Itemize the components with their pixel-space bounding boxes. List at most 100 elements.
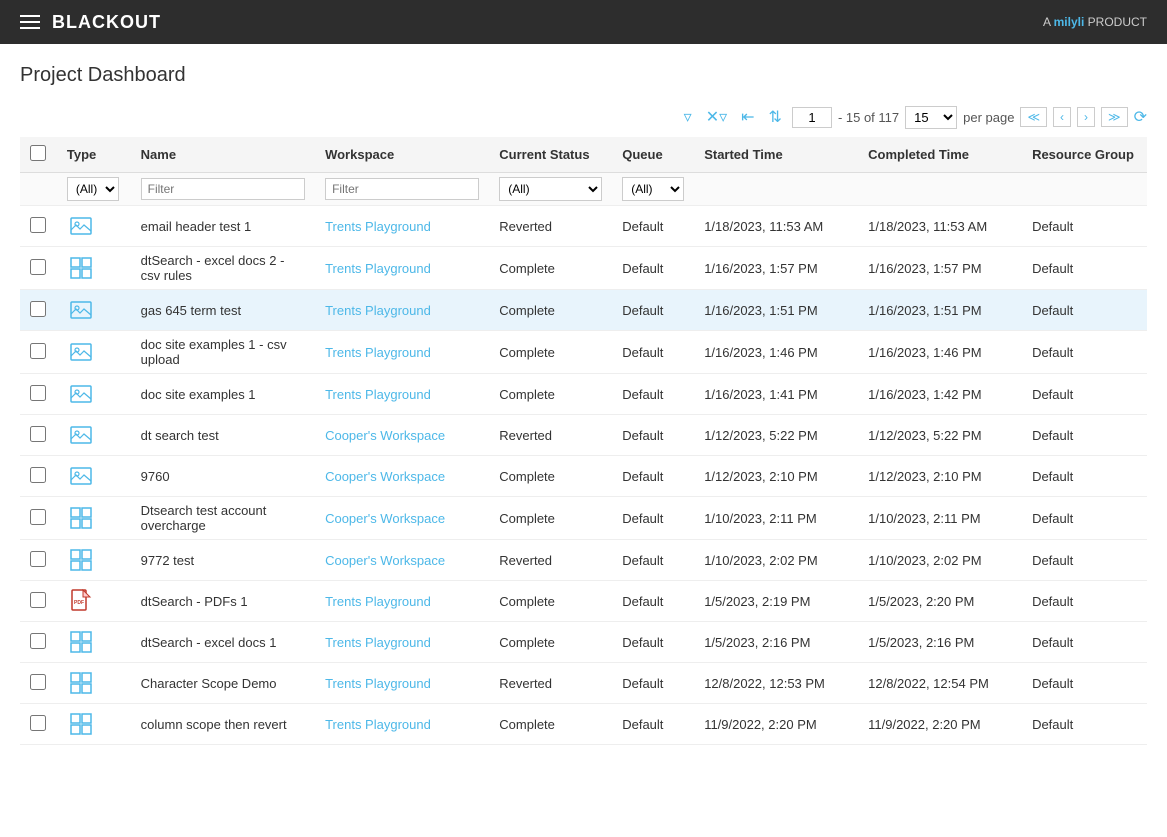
row-completed: 1/12/2023, 5:22 PM [868,428,981,443]
row-checkbox[interactable] [30,259,46,275]
row-status-cell: Complete [489,704,612,745]
started-filter-cell [694,173,858,206]
per-page-select[interactable]: 15 25 50 100 [905,106,957,129]
row-started: 1/5/2023, 2:19 PM [704,594,810,609]
row-checkbox[interactable] [30,343,46,359]
row-type-cell [57,374,131,415]
type-icon-image [67,380,95,408]
row-resource: Default [1032,387,1073,402]
workspace-link[interactable]: Cooper's Workspace [325,511,445,526]
row-workspace-cell: Trents Playground [315,247,489,290]
per-page-label: per page [963,110,1014,125]
type-filter-select[interactable]: (All) [67,177,119,201]
row-status: Complete [499,511,555,526]
row-queue-cell: Default [612,247,694,290]
row-completed-cell: 1/5/2023, 2:16 PM [858,622,1022,663]
workspace-link[interactable]: Trents Playground [325,387,431,402]
table-row: dtSearch - excel docs 2 - csv rules Tren… [20,247,1147,290]
workspace-link[interactable]: Trents Playground [325,303,431,318]
row-status: Reverted [499,428,552,443]
next-page-button[interactable]: › [1077,107,1095,127]
row-status-cell: Complete [489,622,612,663]
row-checkbox[interactable] [30,551,46,567]
filter-icon[interactable]: ▿ [680,105,696,129]
row-started-cell: 1/16/2023, 1:57 PM [694,247,858,290]
last-page-button[interactable]: ≫ [1101,107,1128,127]
row-queue-cell: Default [612,415,694,456]
row-checkbox[interactable] [30,385,46,401]
workspace-filter-input[interactable] [325,178,479,200]
filter-row: (All) (All) (All) [20,173,1147,206]
table-row: gas 645 term test Trents Playground Comp… [20,290,1147,331]
row-status: Complete [499,635,555,650]
workspace-link[interactable]: Trents Playground [325,345,431,360]
status-filter-select[interactable]: (All) [499,177,602,201]
row-checkbox[interactable] [30,301,46,317]
resource-filter-cell [1022,173,1147,206]
row-checkbox[interactable] [30,592,46,608]
row-queue: Default [622,303,663,318]
row-queue: Default [622,676,663,691]
type-icon-grid [67,710,95,738]
type-icon-pdf: PDF [67,587,95,615]
row-checkbox[interactable] [30,509,46,525]
row-status: Complete [499,303,555,318]
filter-clear-icon[interactable]: ✕▿ [702,105,731,129]
hamburger-menu[interactable] [20,15,40,29]
row-name: dtSearch - excel docs 2 - csv rules [141,253,285,283]
queue-filter-select[interactable]: (All) [622,177,684,201]
workspace-link[interactable]: Trents Playground [325,261,431,276]
row-started-cell: 1/16/2023, 1:51 PM [694,290,858,331]
workspace-link[interactable]: Trents Playground [325,635,431,650]
first-page-icon[interactable]: ⇤ [737,105,758,129]
workspace-link[interactable]: Cooper's Workspace [325,428,445,443]
workspace-link[interactable]: Cooper's Workspace [325,469,445,484]
row-type-cell [57,497,131,540]
export-icon[interactable]: ⇅ [765,105,786,129]
name-filter-input[interactable] [141,178,305,200]
row-queue: Default [622,469,663,484]
row-queue: Default [622,635,663,650]
row-type-cell [57,622,131,663]
row-status-cell: Complete [489,581,612,622]
page-number-input[interactable]: 1 [792,107,832,128]
type-icon-grid [67,504,95,532]
row-checkbox[interactable] [30,715,46,731]
workspace-link[interactable]: Trents Playground [325,219,431,234]
row-name-cell: 9760 [131,456,315,497]
row-checkbox[interactable] [30,674,46,690]
prev-page-button[interactable]: ‹ [1053,107,1071,127]
row-name: Character Scope Demo [141,676,277,691]
projects-table: Type Name Workspace Current Status Queue… [20,137,1147,745]
row-started: 1/16/2023, 1:46 PM [704,345,817,360]
row-checkbox[interactable] [30,426,46,442]
first-page-button[interactable]: ≪ [1020,107,1047,127]
workspace-link[interactable]: Cooper's Workspace [325,553,445,568]
row-queue-cell: Default [612,497,694,540]
row-completed: 1/10/2023, 2:11 PM [868,511,981,526]
row-type-cell [57,415,131,456]
row-resource: Default [1032,511,1073,526]
row-completed-cell: 1/16/2023, 1:42 PM [858,374,1022,415]
row-type-cell [57,290,131,331]
row-queue-cell: Default [612,704,694,745]
type-icon-grid [67,669,95,697]
row-checkbox[interactable] [30,217,46,233]
workspace-link[interactable]: Trents Playground [325,594,431,609]
row-resource: Default [1032,219,1073,234]
row-resource-cell: Default [1022,622,1147,663]
row-workspace-cell: Cooper's Workspace [315,456,489,497]
row-name-cell: dtSearch - excel docs 1 [131,622,315,663]
refresh-button[interactable]: ⟳ [1134,107,1147,127]
row-checkbox[interactable] [30,467,46,483]
queue-filter-cell: (All) [612,173,694,206]
workspace-link[interactable]: Trents Playground [325,717,431,732]
type-icon-image [67,462,95,490]
select-all-checkbox[interactable] [30,145,46,161]
row-started-cell: 1/12/2023, 2:10 PM [694,456,858,497]
row-completed-cell: 1/12/2023, 2:10 PM [858,456,1022,497]
row-status: Reverted [499,676,552,691]
workspace-link[interactable]: Trents Playground [325,676,431,691]
table-row: dt search test Cooper's Workspace Revert… [20,415,1147,456]
row-checkbox[interactable] [30,633,46,649]
